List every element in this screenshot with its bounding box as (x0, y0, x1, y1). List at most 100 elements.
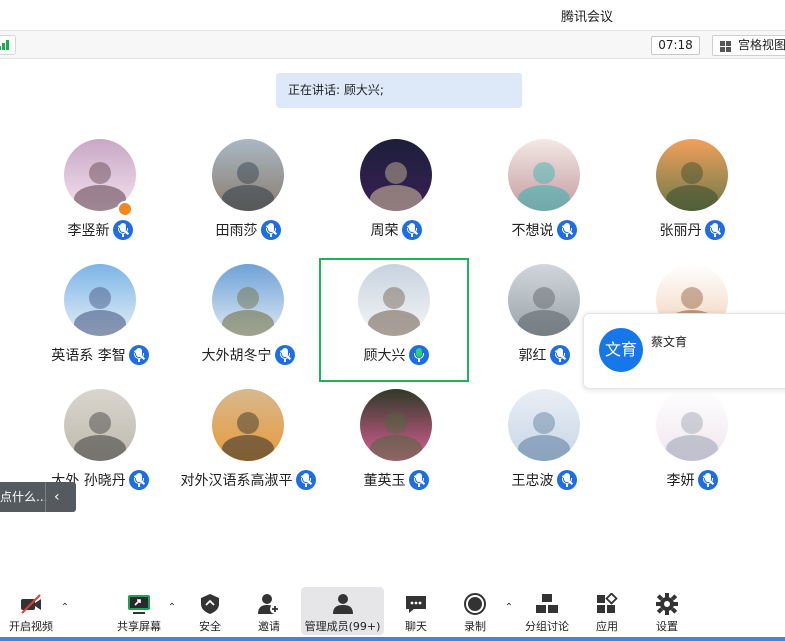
apps-button[interactable]: 应用 (586, 587, 628, 635)
settings-label: 设置 (656, 620, 678, 633)
members-icon (332, 594, 353, 614)
participant-avatar (212, 264, 284, 336)
chevron-left-icon[interactable]: ‹ (54, 482, 60, 512)
participant-name: 张丽丹 (659, 223, 702, 239)
mic-muted-icon (260, 220, 281, 240)
participant-tile[interactable]: 大外胡冬宁 (173, 250, 323, 374)
network-signal-icon[interactable] (0, 35, 16, 55)
breakout-rooms-button[interactable]: 分组讨论 (520, 587, 574, 635)
record-button[interactable]: 录制 (454, 587, 496, 635)
participant-avatar (64, 264, 136, 336)
participant-name: 英语系 李智 (51, 348, 126, 364)
participant-name-row: 李竖新 (25, 220, 175, 242)
participant-name-row: 董英玉 (321, 470, 471, 492)
apps-icon (597, 593, 618, 613)
mic-muted-icon (549, 345, 570, 365)
meeting-toolbar: 开启视频 ⌃ 共享屏幕 ⌃ 安全 邀请 管理成员(99+) 聊天 录制 ⌃ 分组… (0, 583, 785, 641)
share-options-caret[interactable]: ⌃ (167, 603, 177, 613)
participant-avatar (212, 139, 284, 211)
participant-name: 不想说 (511, 223, 554, 239)
breakout-rooms-icon (536, 594, 558, 613)
mic-muted-icon (408, 470, 429, 490)
participant-avatar (358, 264, 430, 336)
record-label: 录制 (464, 620, 486, 633)
shield-icon (201, 594, 219, 614)
participant-name: 王忠波 (511, 473, 554, 489)
participant-tile[interactable]: 董英玉 (321, 375, 471, 499)
chat-preview-divider (45, 482, 46, 512)
record-options-caret[interactable]: ⌃ (504, 603, 514, 613)
participant-avatar (508, 139, 580, 211)
mic-active-icon (408, 345, 429, 365)
participant-tile[interactable]: 田雨莎 (173, 125, 323, 249)
participant-avatar (508, 264, 580, 336)
participant-tile[interactable]: 张丽丹 (617, 125, 767, 249)
share-screen-button[interactable]: 共享屏幕 (112, 587, 166, 635)
grid-view-icon (720, 41, 731, 52)
title-bar: 腾讯会议 (0, 0, 785, 30)
gallery-view-button[interactable]: 宫格视图 (712, 35, 785, 56)
speaking-indicator: 正在讲话: 顾大兴; (276, 73, 522, 108)
gear-icon (656, 593, 678, 615)
participant-name-row: 周荣 (321, 220, 471, 242)
mic-muted-icon (556, 220, 577, 240)
participant-name: 李妍 (666, 473, 695, 489)
record-icon (464, 593, 486, 615)
participant-avatar (212, 389, 284, 461)
start-video-button[interactable]: 开启视频 (0, 587, 62, 635)
participant-tile[interactable]: 对外汉语系高淑平 (173, 375, 323, 499)
participant-name: 对外汉语系高淑平 (180, 473, 293, 489)
chat-label: 聊天 (405, 620, 427, 633)
settings-button[interactable]: 设置 (646, 587, 688, 635)
participant-name-row: 王忠波 (469, 470, 619, 492)
invite-user-icon (258, 594, 280, 614)
participant-hover-card[interactable]: 文育 蔡文育 (583, 313, 785, 389)
participant-name: 顾大兴 (363, 348, 406, 364)
participant-card-name: 蔡文育 (651, 335, 688, 349)
participant-tile[interactable]: 李竖新 (25, 125, 175, 249)
chat-preview-bubble[interactable]: 点什么... ‹ (0, 482, 76, 512)
invite-button[interactable]: 邀请 (247, 587, 291, 635)
participant-name: 周荣 (370, 223, 399, 239)
apps-label: 应用 (596, 620, 618, 633)
chat-button[interactable]: 聊天 (395, 587, 437, 635)
participant-name-row: 不想说 (469, 220, 619, 242)
security-button[interactable]: 安全 (188, 587, 232, 635)
host-badge-icon (117, 201, 133, 217)
share-screen-label: 共享屏幕 (117, 620, 161, 633)
participant-avatar (360, 389, 432, 461)
security-label: 安全 (199, 620, 221, 633)
participant-name-row: 大外胡冬宁 (173, 345, 323, 367)
participant-tile[interactable]: 英语系 李智 (25, 250, 175, 374)
gallery-view-label: 宫格视图 (738, 38, 785, 52)
participant-name-row: 顾大兴 (321, 345, 471, 367)
participant-name-row: 李妍 (617, 470, 767, 492)
chat-bubble-icon (406, 596, 426, 613)
participant-name-row: 对外汉语系高淑平 (173, 470, 323, 492)
participant-tile[interactable]: 不想说 (469, 125, 619, 249)
participant-name: 田雨莎 (215, 223, 258, 239)
manage-members-button[interactable]: 管理成员(99+) (301, 587, 384, 635)
mic-muted-icon (128, 470, 149, 490)
info-bar: 07:18 宫格视图 (0, 30, 785, 59)
participant-name: 大外胡冬宁 (201, 348, 272, 364)
participant-tile[interactable]: 王忠波 (469, 375, 619, 499)
participant-avatar (360, 139, 432, 211)
video-options-caret[interactable]: ⌃ (60, 603, 70, 613)
invite-label: 邀请 (258, 620, 280, 633)
participant-tile[interactable]: 大外 孙晓丹 (25, 375, 175, 499)
mic-muted-icon (128, 345, 149, 365)
participant-avatar (656, 389, 728, 461)
participant-initials-avatar: 文育 (599, 328, 643, 372)
participant-name: 李竖新 (67, 223, 110, 239)
window-title: 腾讯会议 (561, 10, 614, 25)
meeting-window: 腾讯会议 07:18 宫格视图 正在讲话: 顾大兴; 李竖新 田雨莎 周荣 不想说 张丽… (0, 0, 785, 641)
participant-name-row: 张丽丹 (617, 220, 767, 242)
participant-tile[interactable]: 李妍 (617, 375, 767, 499)
participant-name: 董英玉 (363, 473, 406, 489)
participant-tile[interactable]: 周荣 (321, 125, 471, 249)
mic-muted-icon (401, 220, 422, 240)
mic-muted-icon (704, 220, 725, 240)
mic-muted-icon (274, 345, 295, 365)
participant-tile[interactable]: 顾大兴 (319, 258, 469, 382)
